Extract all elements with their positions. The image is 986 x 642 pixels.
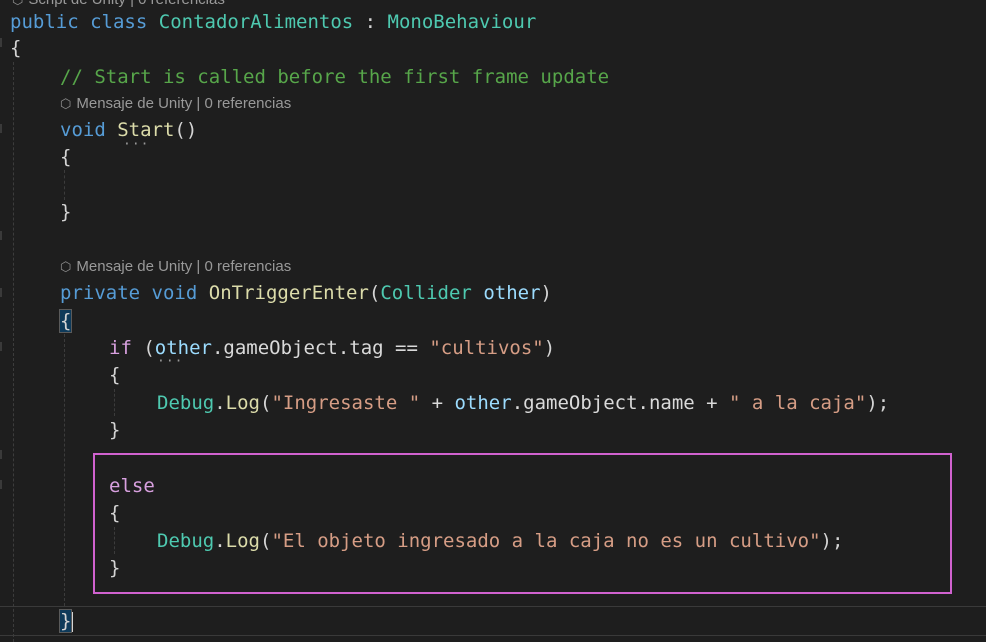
unity-cube-icon: ⬡: [12, 0, 23, 7]
code-line-method-open-brace[interactable]: {: [58, 307, 73, 335]
unity-cube-icon: ⬡: [60, 259, 72, 274]
code-lens-start[interactable]: ⬡ Mensaje de Unity | 0 referencias: [60, 94, 291, 114]
indent-guide: [114, 389, 115, 416]
indent-guide: [64, 170, 65, 200]
fold-marker[interactable]: [0, 231, 2, 240]
string-literal: "cultivos": [429, 337, 544, 359]
fold-marker[interactable]: [0, 124, 2, 133]
fold-marker[interactable]: [0, 38, 2, 47]
code-line-class-open-brace[interactable]: {: [10, 34, 21, 62]
code-line-debug-log-1[interactable]: Debug.Log("Ingresaste " + other.gameObje…: [157, 389, 889, 417]
keyword-class: class: [90, 11, 148, 33]
matched-brace: }: [58, 609, 73, 633]
text-cursor: [71, 611, 74, 632]
type-collider: Collider: [380, 282, 472, 304]
code-line-method-close-brace[interactable]: }: [58, 607, 74, 635]
matched-brace: {: [58, 309, 73, 333]
comment: // Start is called before the first fram…: [60, 66, 610, 88]
keyword-void: void: [151, 282, 198, 304]
indent-guide: [64, 334, 65, 606]
class-debug: Debug: [157, 392, 215, 414]
code-line-comment[interactable]: // Start is called before the first fram…: [60, 63, 609, 91]
code-line-class-declaration[interactable]: public class ContadorAlimentos : MonoBeh…: [10, 8, 536, 36]
variable-other: other: [454, 392, 512, 414]
parameter-other: other: [483, 282, 541, 304]
code-line-start-open-brace[interactable]: {: [60, 143, 71, 171]
method-log: Log: [225, 530, 260, 552]
keyword-private: private: [60, 282, 141, 304]
code-line-if-close-brace[interactable]: }: [109, 416, 120, 444]
method-log: Log: [225, 392, 260, 414]
fold-marker[interactable]: [0, 342, 2, 351]
code-line-start-close-brace[interactable]: }: [60, 198, 71, 226]
indent-guide: [13, 62, 14, 642]
indent-guide: [114, 527, 115, 554]
code-editor[interactable]: ⬡Script de Unity | 0 referencias public …: [0, 0, 986, 642]
fold-marker[interactable]: [0, 480, 2, 489]
fold-marker[interactable]: [0, 450, 2, 459]
suggestion-dots[interactable]: ···: [123, 138, 149, 151]
base-class: MonoBehaviour: [387, 11, 537, 33]
keyword-public: public: [10, 11, 79, 33]
code-lens-ontriggerenter[interactable]: ⬡ Mensaje de Unity | 0 referencias: [60, 257, 291, 277]
code-line-debug-log-2[interactable]: Debug.Log("El objeto ingresado a la caja…: [157, 527, 843, 555]
keyword-if: if: [109, 337, 132, 359]
current-line-highlight: [0, 606, 986, 636]
fold-marker[interactable]: [0, 288, 2, 297]
string-literal: "Ingresaste ": [271, 392, 421, 414]
unity-cube-icon: ⬡: [60, 96, 72, 111]
class-name: ContadorAlimentos: [158, 11, 354, 33]
keyword-else: else: [109, 475, 155, 497]
suggestion-dots[interactable]: ···: [157, 355, 183, 368]
code-line-else[interactable]: else: [109, 472, 155, 500]
string-literal: " a la caja": [729, 392, 867, 414]
string-literal: "El objeto ingresado a la caja no es un …: [271, 530, 821, 552]
code-line-else-close-brace[interactable]: }: [109, 554, 120, 582]
class-debug: Debug: [157, 530, 215, 552]
code-line-ontriggerenter-method[interactable]: private void OnTriggerEnter(Collider oth…: [60, 279, 552, 307]
keyword-void: void: [60, 119, 106, 141]
code-line-else-open-brace[interactable]: {: [109, 499, 120, 527]
else-block-highlight: [93, 453, 952, 594]
method-name-ontriggerenter: OnTriggerEnter: [208, 282, 369, 304]
code-line-if-open-brace[interactable]: {: [109, 361, 120, 389]
